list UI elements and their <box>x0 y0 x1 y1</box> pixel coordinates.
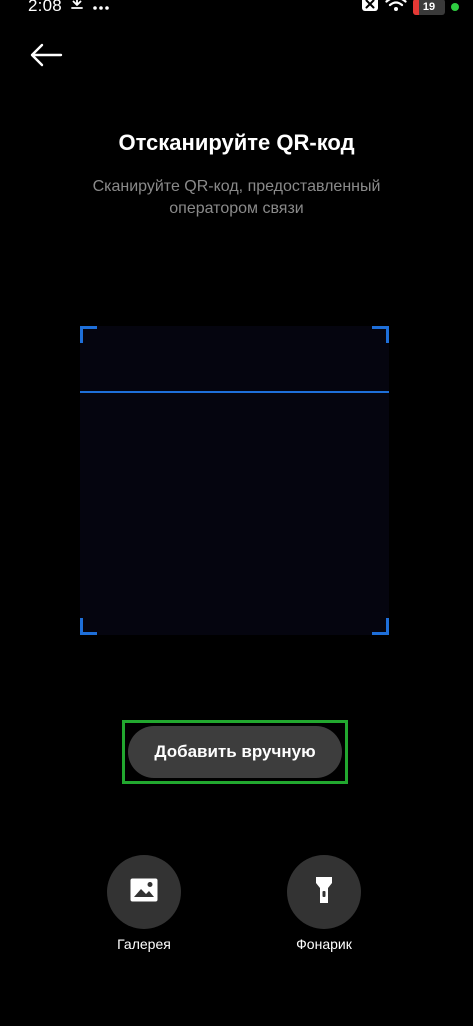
page-title: Отсканируйте QR-код <box>118 130 355 155</box>
scan-corner-bottom-right <box>372 618 389 635</box>
scan-line <box>80 391 389 393</box>
image-icon <box>129 877 159 908</box>
status-left-icons <box>70 0 110 17</box>
status-bar: 2:08 19 <box>0 0 473 16</box>
battery-level: 19 <box>422 0 436 13</box>
flashlight-label: Фонарик <box>296 936 352 952</box>
flashlight-button[interactable] <box>287 855 361 929</box>
notification-muted-icon <box>361 0 379 17</box>
back-button[interactable] <box>26 40 66 74</box>
scan-frame <box>80 326 389 635</box>
page-subtitle: Сканируйте QR-код, предоставленный опера… <box>92 178 381 217</box>
gallery-button[interactable] <box>107 855 181 929</box>
gallery-label: Галерея <box>117 936 171 952</box>
status-right-icons: 19 <box>361 0 459 17</box>
download-icon <box>70 0 84 17</box>
scan-corner-bottom-left <box>80 618 97 635</box>
status-time: 2:08 <box>28 0 62 15</box>
flashlight-icon <box>314 875 334 910</box>
wifi-icon <box>385 0 407 17</box>
battery-indicator: 19 <box>413 0 445 15</box>
charging-indicator <box>451 2 459 11</box>
scan-corner-top-right <box>372 326 389 343</box>
arrow-left-icon <box>29 43 63 72</box>
scan-corner-top-left <box>80 326 97 343</box>
more-icon <box>92 0 110 16</box>
add-manually-button[interactable]: Добавить вручную <box>128 726 342 778</box>
